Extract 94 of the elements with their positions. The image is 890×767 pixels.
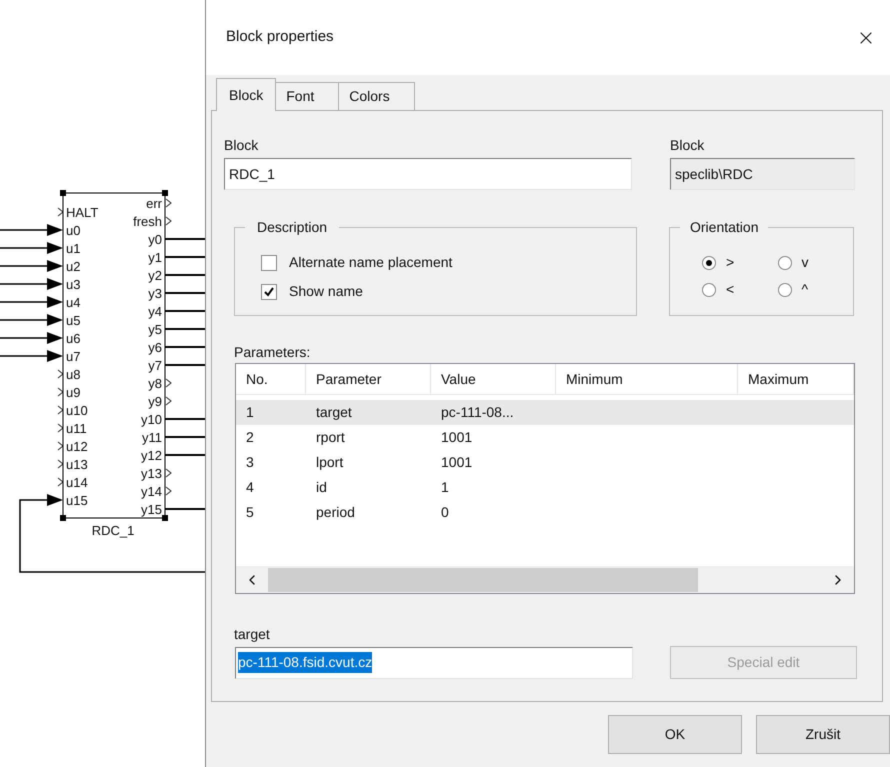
horizontal-scrollbar[interactable] (236, 566, 854, 593)
table-cell-text: 5 (245, 503, 255, 522)
table-cell-text: 3 (245, 453, 255, 472)
port-label: y14 (141, 484, 162, 499)
port-label: y9 (148, 394, 162, 409)
radio-label: < (726, 280, 734, 299)
table-cell-text: 0 (440, 503, 450, 522)
radio-label: v (802, 253, 808, 272)
radio-button[interactable] (778, 282, 792, 296)
radio-button[interactable] (702, 282, 716, 296)
table-cell-text: rport (315, 428, 346, 447)
port-label: y0 (148, 232, 162, 247)
port-label: err (146, 196, 162, 211)
tab[interactable]: Colors (339, 82, 415, 110)
table-cell-text: 1001 (440, 453, 474, 472)
port-label: u9 (66, 385, 80, 400)
dialog-button[interactable]: Zrušit (756, 715, 890, 754)
table-row[interactable]: 3 lport 1001 (236, 450, 854, 475)
table-cell-text: 1 (245, 403, 255, 422)
port-label: u15 (66, 493, 88, 508)
port-label: y4 (148, 304, 162, 319)
tab[interactable]: Font (276, 82, 340, 110)
table-row[interactable]: 2 rport 1001 (236, 425, 854, 450)
port-label: y12 (141, 448, 162, 463)
port-label: y6 (148, 340, 162, 355)
block-body[interactable] (62, 192, 166, 518)
port-label: y1 (148, 250, 162, 265)
table-cell-text: target (315, 403, 353, 422)
port-label: y10 (141, 412, 162, 427)
port-label: y8 (148, 376, 162, 391)
port-label: y5 (148, 322, 162, 337)
block-name-field[interactable]: RDC_1 (224, 158, 632, 190)
selection-handle[interactable] (162, 515, 168, 521)
block-type-field[interactable]: speclib\RDC (670, 158, 855, 190)
port-label: u12 (66, 439, 88, 454)
checkbox[interactable] (261, 254, 277, 270)
field-value: pc-111-08.fsid.cvut.cz (238, 652, 372, 673)
column-header[interactable]: Parameter (306, 364, 431, 394)
table-cell-text: 2 (245, 428, 255, 447)
port-label: y11 (142, 430, 162, 445)
port-label: u13 (66, 457, 88, 472)
window-title: Block properties (226, 27, 334, 48)
column-header[interactable]: Minimum (556, 364, 738, 394)
dialog-button[interactable]: OK (608, 715, 742, 754)
port-label: u6 (66, 331, 80, 346)
port-label: u10 (66, 403, 88, 418)
table-cell-text: id (315, 478, 328, 497)
selection-handle[interactable] (60, 190, 66, 196)
radio-label: ^ (802, 280, 808, 299)
column-header[interactable]: Value (431, 364, 556, 394)
table-cell-text: lport (315, 453, 344, 472)
table-cell-text: 1001 (440, 428, 474, 447)
table-cell-text: period (315, 503, 356, 522)
port-label: u5 (66, 313, 80, 328)
port-label: u3 (66, 277, 80, 292)
table-row[interactable]: 5 period 0 (236, 500, 854, 525)
field-label: Block (670, 136, 706, 155)
table-row[interactable]: 1 target pc-111-08... (236, 400, 854, 425)
port-label: y13 (141, 466, 162, 481)
port-label: u4 (66, 295, 80, 310)
port-label: y7 (148, 358, 162, 373)
tab[interactable]: Block (216, 78, 276, 111)
table-cell-text: 4 (245, 478, 255, 497)
port-label: u0 (66, 223, 80, 238)
radio-label: > (726, 253, 734, 272)
port-label: u14 (66, 475, 88, 490)
port-label: u11 (66, 421, 87, 436)
block-name: RDC_1 (92, 523, 134, 538)
port-label: u2 (66, 259, 80, 274)
field-label: Block (224, 136, 260, 155)
parameters-label: Parameters: (234, 343, 312, 362)
table-cell-text: 1 (440, 478, 450, 497)
port-label: y15 (141, 502, 162, 517)
checkbox-label: Alternate name placement (289, 253, 452, 272)
value-field[interactable]: pc-111-08.fsid.cvut.cz (235, 646, 633, 678)
port-label: u7 (66, 349, 80, 364)
table-row[interactable]: 4 id 1 (236, 475, 854, 500)
field-label: target (234, 625, 271, 644)
port-label: y2 (148, 268, 162, 283)
port-label: u1 (66, 241, 80, 256)
port-label: fresh (133, 214, 162, 229)
scroll-thumb[interactable] (268, 568, 698, 592)
port-label: u8 (66, 367, 80, 382)
selection-handle[interactable] (60, 515, 66, 521)
column-header[interactable]: Maximum (738, 364, 854, 394)
radio-button[interactable] (702, 256, 716, 270)
selection-handle[interactable] (162, 190, 168, 196)
checkbox-label: Show name (289, 282, 363, 301)
column-header[interactable]: No. (236, 364, 306, 394)
port-label: HALT (66, 205, 98, 220)
table-cell-text: pc-111-08... (440, 403, 515, 422)
port-label: y3 (148, 286, 162, 301)
checkbox[interactable] (261, 284, 277, 300)
radio-button[interactable] (778, 256, 792, 270)
